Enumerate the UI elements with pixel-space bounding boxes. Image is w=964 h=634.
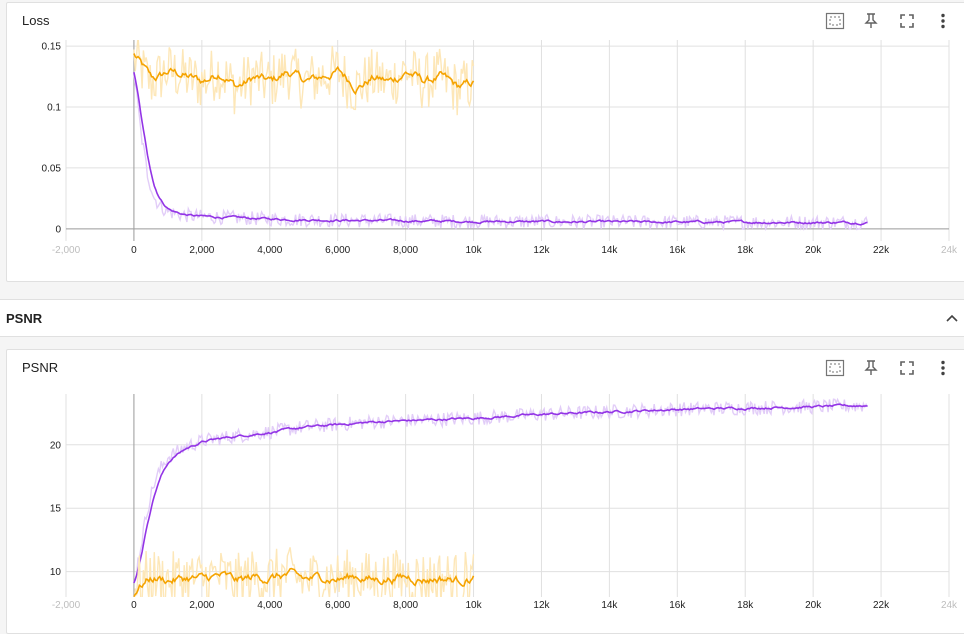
x-tick-label: 20k	[805, 600, 822, 611]
x-tick-label: 0	[131, 600, 137, 611]
series-group	[133, 397, 869, 597]
y-tick-label: 20	[50, 440, 62, 451]
x-tick-label: 4,000	[257, 600, 282, 611]
series-raw-line	[133, 547, 475, 597]
x-tick-label: 14k	[601, 600, 618, 611]
x-tick-label: 8,000	[393, 600, 418, 611]
series-smoothed-line	[133, 403, 868, 584]
x-tick-label: 2,000	[189, 600, 214, 611]
y-tick-label: 10	[50, 567, 62, 578]
x-tick-label: -2,000	[52, 600, 81, 611]
y-tick-label: 15	[50, 504, 62, 515]
x-tick-label: 16k	[669, 600, 686, 611]
x-tick-label: 12k	[533, 600, 550, 611]
x-tick-label: 18k	[737, 600, 754, 611]
x-tick-label: 22k	[873, 600, 890, 611]
x-tick-label: 6,000	[325, 600, 350, 611]
series-raw-line	[133, 397, 869, 583]
x-tick-label: 10k	[465, 600, 482, 611]
psnr-chart[interactable]: -2,000 0 2,000 4,000 6,000 8,000 10k 12k 14k 16k 1…	[0, 0, 964, 634]
x-tick-label: 24k	[941, 600, 958, 611]
